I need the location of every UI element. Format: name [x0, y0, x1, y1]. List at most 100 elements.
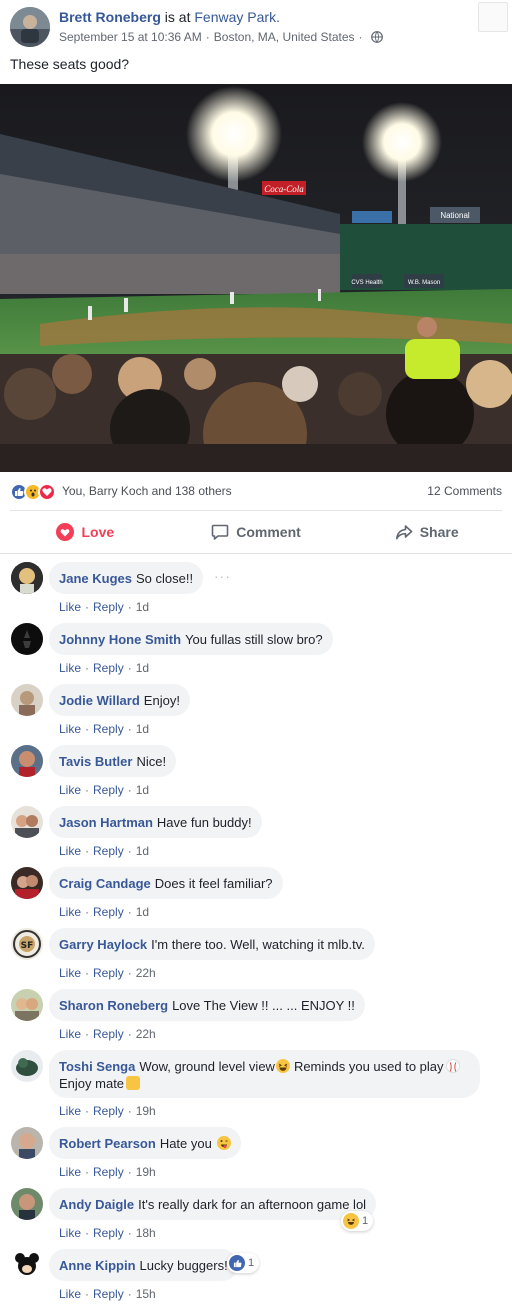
- comment-reaction-badge[interactable]: 1: [341, 1211, 374, 1231]
- comment-bubble: Sharon Roneberg Love The View !! ... ... …: [49, 989, 365, 1021]
- comment-like-link[interactable]: Like: [59, 661, 81, 675]
- tongue-wink-emoji-icon: [216, 1136, 231, 1150]
- reactions-bar[interactable]: You, Barry Koch and 138 others 12 Commen…: [0, 472, 512, 510]
- comment-author[interactable]: Andy Daigle: [59, 1197, 134, 1212]
- comment-reply-link[interactable]: Reply: [93, 844, 124, 858]
- comment-author[interactable]: Toshi Senga: [59, 1059, 135, 1074]
- comment-text: Enjoy!: [143, 693, 180, 708]
- comment-like-link[interactable]: Like: [59, 783, 81, 797]
- meta-separator: ·: [205, 30, 210, 44]
- comment-like-link[interactable]: Like: [59, 1165, 81, 1179]
- comment-author[interactable]: Jane Kuges: [59, 571, 132, 586]
- comment-like-link[interactable]: Like: [59, 600, 81, 614]
- comment-count[interactable]: 12 Comments: [427, 484, 502, 498]
- comment-reply-link[interactable]: Reply: [93, 905, 124, 919]
- comment-author[interactable]: Robert Pearson: [59, 1136, 156, 1151]
- comment-like-link[interactable]: Like: [59, 966, 81, 980]
- commenter-avatar[interactable]: [11, 806, 43, 838]
- comment-reply-link[interactable]: Reply: [93, 1287, 124, 1301]
- comment-like-link[interactable]: Like: [59, 1104, 81, 1118]
- comment-author[interactable]: Anne Kippin: [59, 1258, 136, 1273]
- author-avatar[interactable]: [10, 7, 50, 47]
- separator: ·: [85, 783, 90, 797]
- post-photo[interactable]: Coca-Cola National CVS Health W.B. Mason: [0, 84, 512, 472]
- commenter-avatar[interactable]: [11, 562, 43, 594]
- reaction-names[interactable]: You, Barry Koch and 138 others: [62, 484, 232, 498]
- comment-reaction-badge[interactable]: 1: [227, 1253, 260, 1273]
- comment-text-part-3: Enjoy mate: [59, 1076, 125, 1091]
- commenter-avatar[interactable]: [11, 1188, 43, 1220]
- separator: ·: [85, 1027, 90, 1041]
- comment-time[interactable]: 1d: [136, 844, 149, 858]
- comment-like-link[interactable]: Like: [59, 905, 81, 919]
- comment-actions: Like · Reply · 18h: [59, 1226, 156, 1240]
- comment-reply-link[interactable]: Reply: [93, 1104, 124, 1118]
- place-link[interactable]: Fenway Park.: [194, 9, 280, 25]
- separator: ·: [85, 844, 90, 858]
- comment-time[interactable]: 1d: [136, 722, 149, 736]
- comment-reply-link[interactable]: Reply: [93, 600, 124, 614]
- reaction-icons[interactable]: [10, 483, 56, 501]
- comment-author[interactable]: Jodie Willard: [59, 693, 140, 708]
- globe-icon[interactable]: [370, 31, 383, 43]
- more-options-icon[interactable]: ···: [214, 568, 231, 584]
- comment-time[interactable]: 1d: [136, 905, 149, 919]
- baseball-emoji-icon: [445, 1059, 460, 1073]
- separator: ·: [127, 722, 132, 736]
- commenter-avatar[interactable]: [11, 623, 43, 655]
- comment-reply-link[interactable]: Reply: [93, 661, 124, 675]
- comment-bubble: Toshi Senga Wow, ground level view Reminds…: [49, 1050, 480, 1098]
- comment-reply-link[interactable]: Reply: [93, 1226, 124, 1240]
- comment-button[interactable]: Comment: [171, 511, 342, 553]
- comment-time[interactable]: 19h: [136, 1165, 156, 1179]
- commenter-avatar[interactable]: SF: [11, 928, 43, 960]
- commenter-avatar[interactable]: [11, 745, 43, 777]
- comment-author[interactable]: Craig Candage: [59, 876, 151, 891]
- comment-time[interactable]: 1d: [136, 661, 149, 675]
- comment-bubble: Tavis Butler Nice!: [49, 745, 177, 777]
- comment-author[interactable]: Jason Hartman: [59, 815, 153, 830]
- comment-reply-link[interactable]: Reply: [93, 1027, 124, 1041]
- comment-reply-link[interactable]: Reply: [93, 783, 124, 797]
- post-location[interactable]: Boston, MA, United States: [214, 30, 355, 44]
- comment-like-link[interactable]: Like: [59, 1287, 81, 1301]
- comment-time[interactable]: 18h: [136, 1226, 156, 1240]
- author-line: Brett Roneberg is at Fenway Park.: [59, 9, 280, 25]
- comment-author[interactable]: Garry Haylock: [59, 937, 147, 952]
- comment-like-link[interactable]: Like: [59, 722, 81, 736]
- comment-like-link[interactable]: Like: [59, 1027, 81, 1041]
- comment-time[interactable]: 19h: [136, 1104, 156, 1118]
- comment-time[interactable]: 1d: [136, 600, 149, 614]
- author-name[interactable]: Brett Roneberg: [59, 9, 161, 25]
- commenter-avatar[interactable]: [11, 1050, 43, 1082]
- comment-reply-link[interactable]: Reply: [93, 722, 124, 736]
- post-options-button[interactable]: [478, 2, 508, 32]
- commenter-avatar[interactable]: [11, 1127, 43, 1159]
- comment-actions: Like · Reply · 15h: [59, 1287, 156, 1301]
- commenter-avatar[interactable]: [11, 684, 43, 716]
- post-date[interactable]: September 15 at 10:36 AM: [59, 30, 202, 44]
- commenter-avatar[interactable]: [11, 1249, 43, 1281]
- comment-author[interactable]: Tavis Butler: [59, 754, 132, 769]
- post-text: These seats good?: [10, 56, 130, 72]
- laughing-emoji-icon: [275, 1059, 290, 1073]
- comment-time[interactable]: 15h: [136, 1287, 156, 1301]
- separator: ·: [127, 905, 132, 919]
- separator: ·: [85, 1165, 90, 1179]
- comment-like-link[interactable]: Like: [59, 844, 81, 858]
- comment-time[interactable]: 1d: [136, 783, 149, 797]
- commenter-avatar[interactable]: [11, 989, 43, 1021]
- love-button[interactable]: Love: [0, 511, 171, 553]
- comment-reply-link[interactable]: Reply: [93, 966, 124, 980]
- commenter-avatar[interactable]: [11, 867, 43, 899]
- comment-reply-link[interactable]: Reply: [93, 1165, 124, 1179]
- comment-time[interactable]: 22h: [136, 1027, 156, 1041]
- comment-actions: Like · Reply · 22h: [59, 966, 156, 980]
- comment-time[interactable]: 22h: [136, 966, 156, 980]
- share-button[interactable]: Share: [341, 511, 512, 553]
- comment-author[interactable]: Sharon Roneberg: [59, 998, 168, 1013]
- comment-author[interactable]: Johnny Hone Smith: [59, 632, 181, 647]
- comment-text-part-1: Wow, ground level view: [139, 1059, 275, 1074]
- comment-like-link[interactable]: Like: [59, 1226, 81, 1240]
- comment-actions: Like · Reply · 22h: [59, 1027, 156, 1041]
